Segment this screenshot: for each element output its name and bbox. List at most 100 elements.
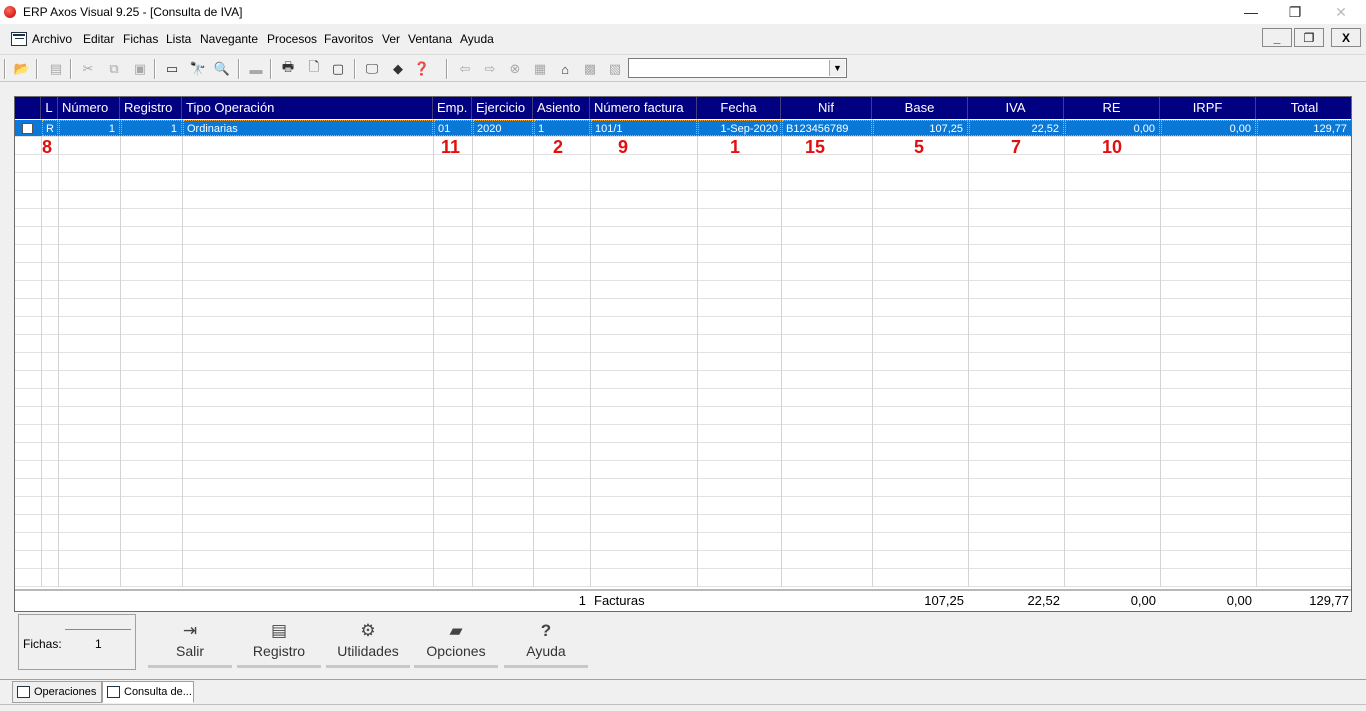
header-iva[interactable]: IVA [968,97,1064,119]
grid-row-line [15,496,1351,497]
cell-nif: B123456789 [782,120,872,136]
grid-row-line [15,460,1351,461]
grid-row-line [15,586,1351,587]
tab-consulta[interactable]: Consulta de... [102,681,194,703]
header-asiento[interactable]: Asiento [533,97,590,119]
toolbar-separator [446,59,448,79]
eraser-icon[interactable]: ◆ [388,59,408,79]
salir-button[interactable]: ⇥ Salir [148,620,232,668]
header-numero-factura[interactable]: Número factura [590,97,697,119]
header-numero[interactable]: Número [58,97,120,119]
grid-row-line [15,550,1351,551]
stapler-icon[interactable]: ▬ [246,59,266,79]
close-button[interactable]: ✕ [1318,0,1364,24]
minimize-button[interactable]: — [1228,0,1274,24]
header-check [15,97,41,119]
print-preview-icon[interactable]: 🗋 [304,59,324,79]
mdi-minimize-button[interactable]: _ [1262,28,1292,47]
ayuda-button[interactable]: ? Ayuda [504,620,588,668]
home-icon[interactable]: ⌂ [555,59,575,79]
find-icon[interactable]: 🔭 [188,59,208,79]
menu-favoritos[interactable]: Favoritos [324,32,373,46]
status-bar [0,704,1366,711]
app-icon [4,6,16,18]
header-tipo-operacion[interactable]: Tipo Operación [182,97,433,119]
header-l[interactable]: L [41,97,58,119]
tab-consulta-label: Consulta de... [124,686,192,698]
header-total[interactable]: Total [1256,97,1351,119]
menu-procesos[interactable]: Procesos [267,32,317,46]
utilidades-button[interactable]: ⚙ Utilidades [326,620,410,668]
header-ejercicio[interactable]: Ejercicio [472,97,533,119]
toolbar-separator [36,59,38,79]
menu-ayuda[interactable]: Ayuda [460,32,494,46]
menu-archivo[interactable]: Archivo [32,32,72,46]
grid-col-line [1160,119,1161,587]
registro-label: Registro [252,643,306,659]
grid-row-line [15,136,1351,137]
iva-grid[interactable]: L Número Registro Tipo Operación Emp. Ej… [14,96,1352,612]
total-label: Facturas [594,593,645,608]
menu-ventana[interactable]: Ventana [408,32,452,46]
menu-lista[interactable]: Lista [166,32,191,46]
annotation-label: 11 [441,137,461,157]
page-icon[interactable]: ▢ [328,59,348,79]
total-irpf: 0,00 [1226,593,1252,608]
header-base[interactable]: Base [872,97,968,119]
total-iva: 22,52 [1027,593,1060,608]
table-row[interactable]: R 1 1 Ordinarias 01 2020 1 101/1 1-Sep-2… [15,120,1351,136]
stop-icon[interactable]: ⊗ [505,59,525,79]
favorites-icon[interactable]: ▩ [580,59,600,79]
header-re[interactable]: RE [1064,97,1160,119]
document-icon[interactable]: ▤ [46,59,66,79]
row-checkbox[interactable] [22,123,33,134]
grid-row-line [15,190,1351,191]
monitor-icon[interactable]: 🖵 [362,59,382,79]
search-icon[interactable]: 🔍 [212,59,232,79]
grid-row-line [15,154,1351,155]
grid-col-line [472,119,473,587]
annotation-label: 10 [1102,137,1123,157]
cut-icon[interactable]: ✂ [78,59,98,79]
mdi-close-button[interactable]: X [1331,28,1361,47]
help-icon[interactable]: ❓ [412,59,432,79]
window-icon[interactable]: ▭ [162,59,182,79]
menu-navegante[interactable]: Navegante [200,32,258,46]
restore-button[interactable]: ❐ [1272,0,1318,24]
grid-col-line [58,119,59,587]
cell-ejercicio: 2020 [473,120,533,136]
menu-ver[interactable]: Ver [382,32,400,46]
refresh-icon[interactable]: ▦ [530,59,550,79]
menu-fichas[interactable]: Fichas [123,32,158,46]
fichas-divider [65,629,131,630]
help-icon: ? [540,621,552,640]
header-irpf[interactable]: IRPF [1160,97,1256,119]
header-fecha[interactable]: Fecha [697,97,781,119]
save-icon[interactable]: ▧ [605,59,625,79]
registro-button[interactable]: ▤ Registro [237,620,321,668]
cell-re: 0,00 [1065,120,1160,136]
header-nif[interactable]: Nif [781,97,872,119]
paste-icon[interactable]: ▣ [130,59,150,79]
print-icon[interactable]: 🖶 [278,59,298,79]
tab-operaciones-label: Operaciones [34,686,97,698]
back-icon[interactable]: ⇦ [455,59,475,79]
chevron-down-icon[interactable]: ▼ [829,60,845,76]
tab-operaciones[interactable]: Operaciones [12,681,102,703]
grid-col-line [968,119,969,587]
grid-row-line [15,568,1351,569]
briefcase-icon: ▰ [449,621,463,640]
opciones-button[interactable]: ▰ Opciones [414,620,498,668]
mdi-restore-button[interactable]: ❐ [1294,28,1324,47]
annotation-label: 5 [914,137,925,157]
grid-icon [107,686,120,698]
open-folder-icon[interactable]: 📂 [12,59,32,79]
title-bar: ERP Axos Visual 9.25 - [Consulta de IVA]… [0,0,1366,24]
menu-editar[interactable]: Editar [83,32,114,46]
copy-icon[interactable]: ⧉ [104,59,124,79]
document-menu-icon[interactable] [11,32,27,46]
header-registro[interactable]: Registro [120,97,182,119]
header-emp[interactable]: Emp. [433,97,472,119]
forward-icon[interactable]: ⇨ [480,59,500,79]
navigation-combo[interactable]: ▼ [628,58,847,78]
